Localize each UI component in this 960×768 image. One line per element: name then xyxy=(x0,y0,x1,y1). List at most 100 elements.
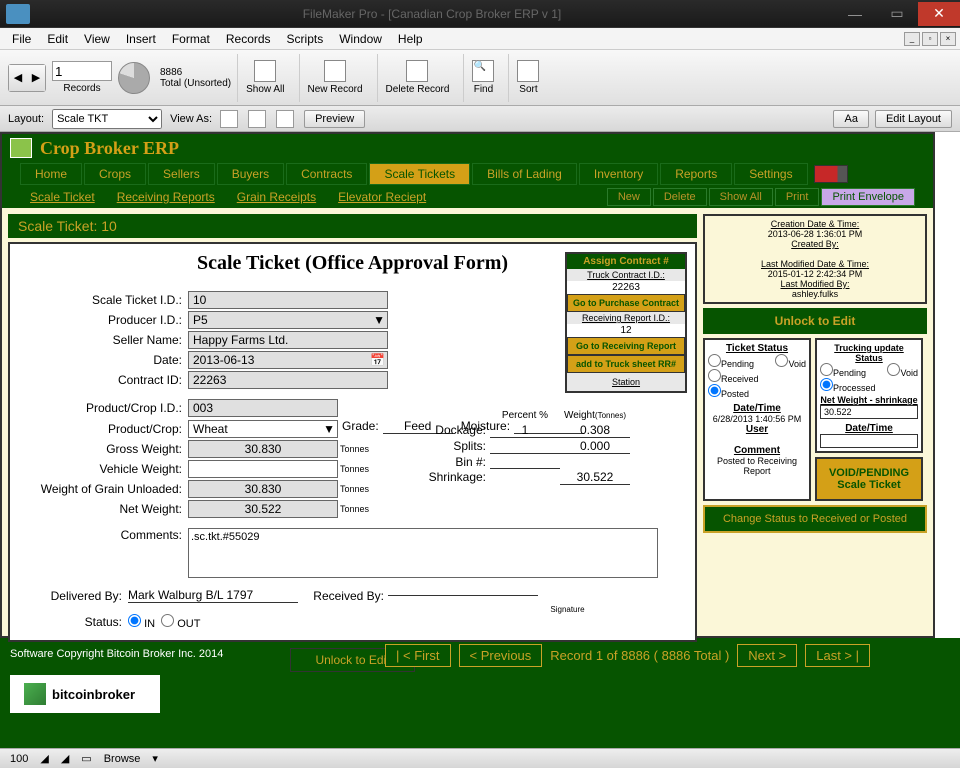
view-form-button[interactable] xyxy=(220,110,238,128)
minimize-button[interactable]: — xyxy=(834,2,876,26)
subnav-grain[interactable]: Grain Receipts xyxy=(227,188,326,206)
menu-window[interactable]: Window xyxy=(331,29,390,49)
nav-inventory[interactable]: Inventory xyxy=(579,163,658,185)
menu-help[interactable]: Help xyxy=(390,29,431,49)
find-button[interactable]: 🔍Find xyxy=(463,54,502,102)
grain-unloaded-field[interactable]: 30.830 xyxy=(188,480,338,498)
net-weight-field[interactable]: 30.522 xyxy=(188,500,338,518)
dropdown-icon[interactable]: ▼ xyxy=(323,422,335,436)
view-table-button[interactable] xyxy=(276,110,294,128)
status-pending-radio[interactable]: Pending xyxy=(708,354,754,369)
tu-processed-radio[interactable]: Processed xyxy=(820,378,918,393)
layout-select[interactable]: Scale TKT xyxy=(52,109,162,129)
splits-wt-field[interactable]: 0.000 xyxy=(560,439,630,454)
subnav-scale-ticket[interactable]: Scale Ticket xyxy=(20,188,105,206)
menu-insert[interactable]: Insert xyxy=(118,29,164,49)
record-number-input[interactable] xyxy=(52,61,112,81)
change-status-button[interactable]: Change Status to Received or Posted xyxy=(703,505,927,533)
product-crop-id-field[interactable]: 003 xyxy=(188,399,338,417)
nav-scale-tickets[interactable]: Scale Tickets xyxy=(369,163,470,185)
status-out-radio[interactable]: OUT xyxy=(161,614,200,630)
mdi-close-button[interactable]: × xyxy=(940,32,956,46)
new-record-button[interactable]: New Record xyxy=(299,54,371,102)
status-in-radio[interactable]: IN xyxy=(128,614,155,630)
product-crop-field[interactable]: Wheat▼ xyxy=(188,420,338,438)
nav-contracts[interactable]: Contracts xyxy=(286,163,367,185)
menu-records[interactable]: Records xyxy=(218,29,279,49)
preview-button[interactable]: Preview xyxy=(304,110,365,128)
menu-format[interactable]: Format xyxy=(164,29,218,49)
zoom-in-icon[interactable]: ◢ xyxy=(57,751,73,766)
toggle-icon[interactable]: ▭ xyxy=(77,751,95,766)
menu-view[interactable]: View xyxy=(76,29,118,49)
prev-record-button[interactable]: ◀ xyxy=(9,65,27,91)
mdi-minimize-button[interactable]: _ xyxy=(904,32,920,46)
btn-print-envelope[interactable]: Print Envelope xyxy=(821,188,915,206)
dockage-pct-field[interactable]: 1 xyxy=(490,423,560,438)
zoom-out-icon[interactable]: ◢ xyxy=(36,751,52,766)
mode-label[interactable]: Browse xyxy=(100,752,145,766)
nav-buyers[interactable]: Buyers xyxy=(217,163,284,185)
dockage-wt-field[interactable]: 0.308 xyxy=(560,423,630,438)
void-pending-button[interactable]: VOID/PENDING Scale Ticket xyxy=(815,457,923,501)
maximize-button[interactable]: ▭ xyxy=(876,2,918,26)
last-record-button[interactable]: Last > | xyxy=(805,644,870,667)
nav-bol[interactable]: Bills of Lading xyxy=(472,163,577,185)
next-record-nav-button[interactable]: Next > xyxy=(737,644,797,667)
go-receiving-button[interactable]: Go to Receiving Report xyxy=(567,337,685,355)
view-list-button[interactable] xyxy=(248,110,266,128)
dropdown-icon[interactable]: ▼ xyxy=(373,313,385,327)
sort-button[interactable]: Sort xyxy=(508,54,547,102)
calendar-icon[interactable]: 📅 xyxy=(370,353,385,367)
truck-icon[interactable] xyxy=(814,165,848,183)
comments-field[interactable]: .sc.tkt.#55029 xyxy=(188,528,658,578)
show-all-button[interactable]: Show All xyxy=(237,54,292,102)
prev-record-nav-button[interactable]: < Previous xyxy=(459,644,543,667)
delete-record-button[interactable]: Delete Record xyxy=(377,54,458,102)
btn-new[interactable]: New xyxy=(607,188,651,206)
btn-print[interactable]: Print xyxy=(775,188,820,206)
status-received-radio[interactable]: Received xyxy=(708,369,806,384)
add-truck-button[interactable]: add to Truck sheet RR# xyxy=(567,355,685,373)
gross-weight-field[interactable]: 30.830 xyxy=(188,440,338,458)
nav-settings[interactable]: Settings xyxy=(734,163,807,185)
go-purchase-button[interactable]: Go to Purchase Contract xyxy=(567,294,685,312)
zoom-level[interactable]: 100 xyxy=(6,752,32,766)
aa-button[interactable]: Aa xyxy=(833,110,868,128)
menu-file[interactable]: File xyxy=(4,29,39,49)
seller-name-field[interactable]: Happy Farms Ltd. xyxy=(188,331,388,349)
mdi-restore-button[interactable]: ▫ xyxy=(922,32,938,46)
subnav-receiving[interactable]: Receiving Reports xyxy=(107,188,225,206)
status-posted-radio[interactable]: Posted xyxy=(708,384,806,399)
nav-sellers[interactable]: Sellers xyxy=(148,163,215,185)
next-record-button[interactable]: ▶ xyxy=(27,65,45,91)
assign-header: Assign Contract # xyxy=(567,254,685,269)
nav-crops[interactable]: Crops xyxy=(84,163,146,185)
btn-show-all[interactable]: Show All xyxy=(709,188,773,206)
producer-id-field[interactable]: P5▼ xyxy=(188,311,388,329)
bin-field[interactable] xyxy=(490,455,560,469)
nav-home[interactable]: Home xyxy=(20,163,82,185)
date-field[interactable]: 2013-06-13📅 xyxy=(188,351,388,369)
tu-void-radio[interactable]: Void xyxy=(887,363,918,378)
contract-id-field[interactable]: 22263 xyxy=(188,371,388,389)
btn-delete[interactable]: Delete xyxy=(653,188,707,206)
scale-ticket-id-field[interactable]: 10 xyxy=(188,291,388,309)
unlock-bar[interactable]: Unlock to Edit xyxy=(703,308,927,334)
subnav-elevator[interactable]: Elevator Reciept xyxy=(328,188,436,206)
delivered-by-field[interactable]: Mark Walburg B/L 1797 xyxy=(128,588,298,603)
close-button[interactable]: ✕ xyxy=(918,2,960,26)
menu-edit[interactable]: Edit xyxy=(39,29,76,49)
tu-pending-radio[interactable]: Pending xyxy=(820,363,866,378)
menu-scripts[interactable]: Scripts xyxy=(279,29,332,49)
nav-reports[interactable]: Reports xyxy=(660,163,732,185)
form-panel: Scale Ticket (Office Approval Form) Assi… xyxy=(8,242,697,642)
received-by-field[interactable] xyxy=(388,595,538,596)
vehicle-weight-field[interactable] xyxy=(188,460,338,478)
splits-pct-field[interactable] xyxy=(490,439,560,454)
status-void-radio[interactable]: Void xyxy=(775,354,806,369)
first-record-button[interactable]: | < First xyxy=(385,644,450,667)
mode-dropdown-icon[interactable]: ▾ xyxy=(148,751,162,766)
edit-layout-button[interactable]: Edit Layout xyxy=(875,110,952,128)
shrinkage-field[interactable]: 30.522 xyxy=(560,470,630,485)
